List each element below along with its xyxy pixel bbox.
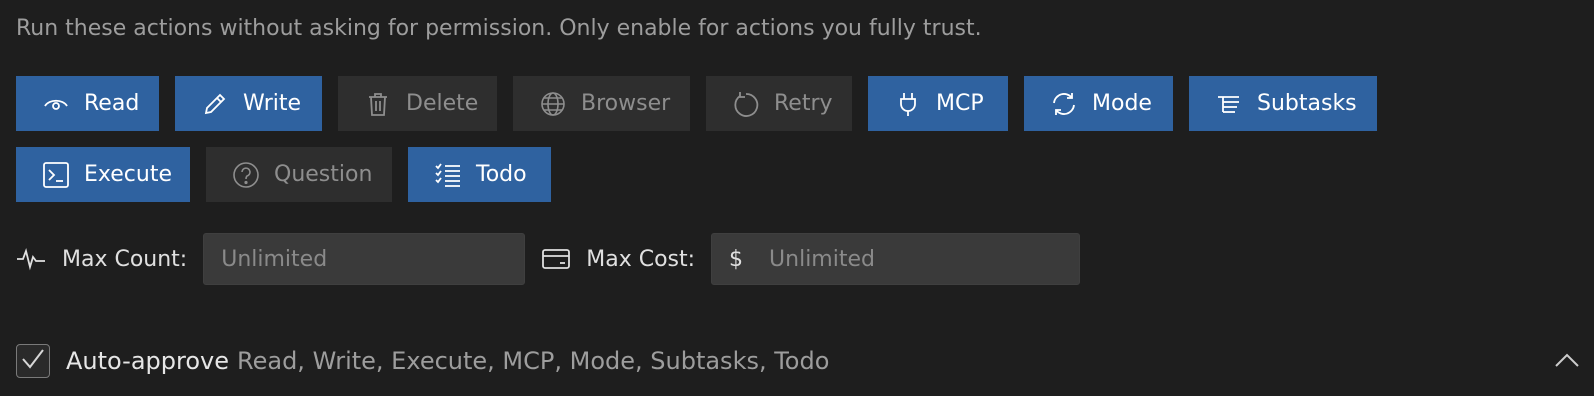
auto-approve-title: Auto-approve bbox=[66, 347, 229, 375]
execute-toggle-button[interactable]: Execute bbox=[16, 147, 190, 202]
max-count-label: Max Count: bbox=[62, 246, 188, 272]
globe-icon bbox=[539, 90, 567, 118]
sync-icon bbox=[1050, 90, 1078, 118]
eye-icon bbox=[42, 90, 70, 118]
max-count-input[interactable] bbox=[221, 246, 525, 272]
checklist-icon bbox=[434, 161, 462, 189]
todo-toggle-button[interactable]: Todo bbox=[408, 147, 551, 202]
mcp-toggle-button[interactable]: MCP bbox=[868, 76, 1008, 131]
read-toggle-button[interactable]: Read bbox=[16, 76, 159, 131]
execute-label: Execute bbox=[84, 162, 172, 187]
actions-row-1: Read Write Delete Browser Retry MCP Mode… bbox=[16, 76, 1377, 131]
auto-approve-checkbox[interactable] bbox=[16, 344, 50, 378]
auto-approve-row: Auto-approve Read, Write, Execute, MCP, … bbox=[16, 343, 829, 379]
retry-toggle-button[interactable]: Retry bbox=[706, 76, 852, 131]
currency-symbol: $ bbox=[729, 246, 744, 272]
plug-icon bbox=[894, 90, 922, 118]
chevron-up-icon bbox=[1554, 353, 1580, 374]
read-label: Read bbox=[84, 91, 140, 116]
max-cost-input[interactable] bbox=[769, 246, 1080, 272]
checkmark-icon bbox=[20, 346, 46, 376]
limits-row: Max Count: Max Cost: $ bbox=[16, 233, 1081, 285]
question-icon bbox=[232, 161, 260, 189]
actions-row-2: Execute Question Todo bbox=[16, 147, 551, 202]
subtasks-toggle-button[interactable]: Subtasks bbox=[1189, 76, 1377, 131]
trash-icon bbox=[364, 90, 392, 118]
max-cost-label: Max Cost: bbox=[586, 246, 696, 272]
mcp-label: MCP bbox=[936, 91, 984, 116]
retry-label: Retry bbox=[774, 91, 833, 116]
retry-icon bbox=[732, 90, 760, 118]
max-count-field[interactable] bbox=[203, 233, 526, 285]
browser-label: Browser bbox=[581, 91, 671, 116]
delete-toggle-button[interactable]: Delete bbox=[338, 76, 497, 131]
collapse-button[interactable] bbox=[1554, 350, 1580, 370]
mode-toggle-button[interactable]: Mode bbox=[1024, 76, 1173, 131]
auto-approve-summary: Read, Write, Execute, MCP, Mode, Subtask… bbox=[237, 347, 830, 375]
write-toggle-button[interactable]: Write bbox=[175, 76, 322, 131]
mode-label: Mode bbox=[1092, 91, 1152, 116]
todo-label: Todo bbox=[476, 162, 527, 187]
question-label: Question bbox=[274, 162, 373, 187]
subtasks-icon bbox=[1215, 90, 1243, 118]
terminal-icon bbox=[42, 161, 70, 189]
delete-label: Delete bbox=[406, 91, 479, 116]
permissions-description: Run these actions without asking for per… bbox=[16, 16, 982, 41]
pulse-icon bbox=[16, 247, 46, 271]
browser-toggle-button[interactable]: Browser bbox=[513, 76, 690, 131]
pencil-icon bbox=[201, 90, 229, 118]
max-cost-field[interactable]: $ bbox=[711, 233, 1081, 285]
question-toggle-button[interactable]: Question bbox=[206, 147, 392, 202]
subtasks-label: Subtasks bbox=[1257, 91, 1357, 116]
credit-card-icon bbox=[542, 247, 571, 271]
write-label: Write bbox=[243, 91, 302, 116]
